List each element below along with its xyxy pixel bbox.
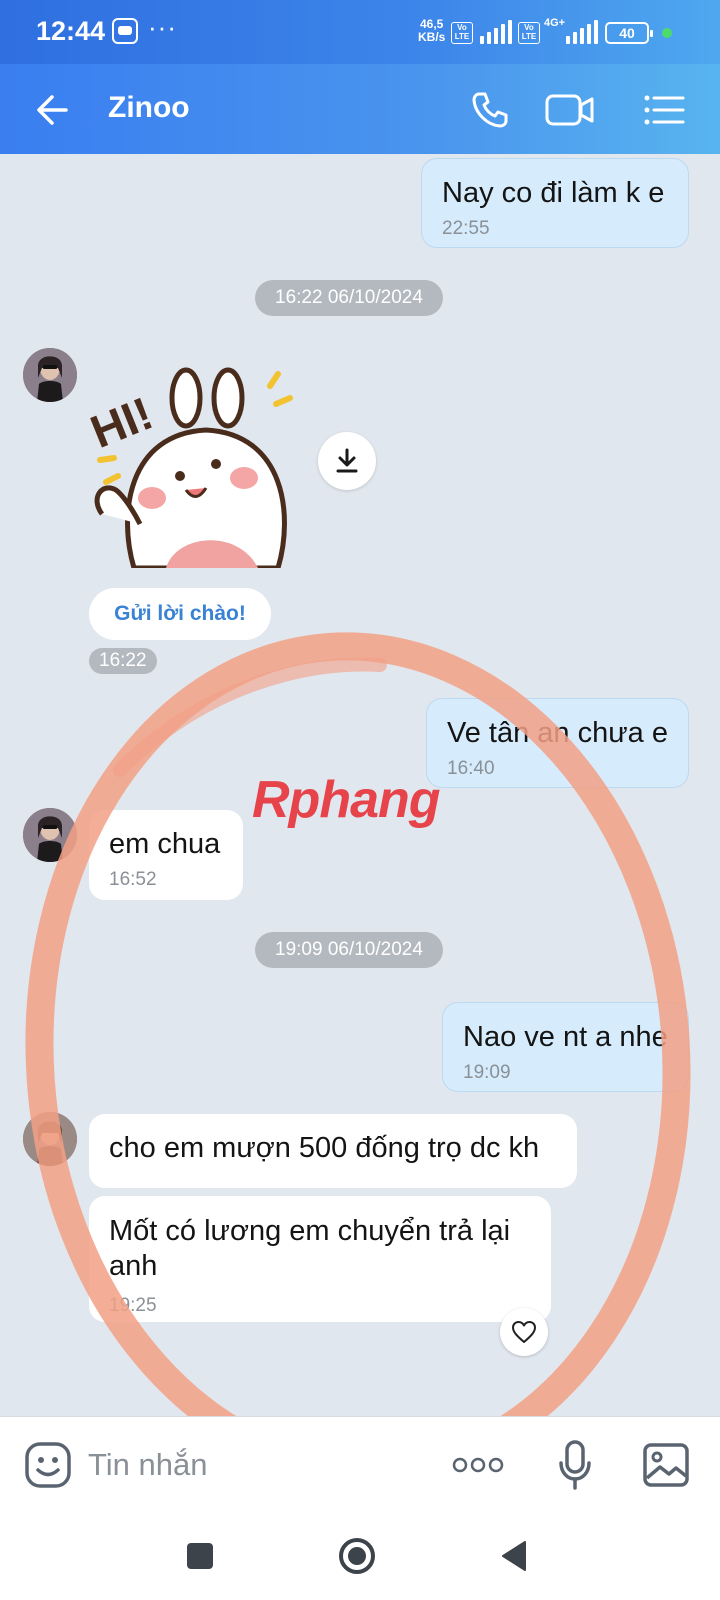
contact-avatar[interactable] bbox=[23, 1112, 77, 1166]
back-arrow-icon bbox=[37, 95, 68, 125]
home-circle-icon bbox=[339, 1538, 375, 1574]
message-incoming[interactable]: em chua 16:52 bbox=[89, 810, 243, 900]
notification-app-icon bbox=[112, 18, 138, 44]
message-outgoing[interactable]: Ve tân an chưa e 16:40 bbox=[426, 698, 689, 788]
microphone-icon bbox=[559, 1440, 591, 1490]
phone-icon bbox=[472, 92, 508, 128]
menu-list-icon bbox=[644, 95, 685, 125]
message-text: Ve tân an chưa e bbox=[447, 717, 668, 749]
more-dots-icon bbox=[452, 1457, 504, 1473]
emoji-icon bbox=[25, 1442, 71, 1488]
volte-icon: Vo LTE bbox=[451, 22, 473, 44]
message-text: em chua bbox=[109, 828, 221, 860]
message-time: 16:52 bbox=[109, 869, 157, 890]
watermark-text: Rphang bbox=[252, 771, 441, 829]
message-input-bar bbox=[0, 1416, 720, 1512]
react-heart-button[interactable] bbox=[500, 1308, 548, 1356]
avatar-photo bbox=[23, 808, 77, 862]
message-time: 19:25 bbox=[109, 1295, 157, 1316]
volte-icon-2: Vo LTE bbox=[518, 22, 540, 44]
system-navigation-bar bbox=[0, 1512, 720, 1600]
avatar-photo bbox=[23, 1112, 77, 1166]
voice-call-button[interactable] bbox=[460, 82, 520, 138]
download-sticker-button[interactable] bbox=[318, 432, 376, 490]
message-time: 22:55 bbox=[442, 218, 490, 239]
message-outgoing[interactable]: Nay co đi làm k e 22:55 bbox=[421, 158, 689, 248]
message-text: Mốt có lương em chuyển trả lại anh bbox=[109, 1215, 511, 1282]
back-triangle-icon bbox=[502, 1541, 526, 1571]
home-button[interactable] bbox=[327, 1528, 387, 1584]
active-dot-icon bbox=[662, 28, 672, 38]
contact-name[interactable]: Zinoo bbox=[108, 91, 190, 125]
photo-picker-button[interactable] bbox=[640, 1439, 692, 1491]
video-call-icon bbox=[545, 94, 594, 126]
network-type: 4G+ bbox=[544, 17, 566, 29]
send-greeting-button[interactable]: Gửi lời chào! bbox=[89, 588, 271, 640]
date-separator: 16:22 06/10/2024 bbox=[255, 280, 443, 316]
back-nav-button[interactable] bbox=[484, 1528, 544, 1584]
back-button[interactable] bbox=[26, 82, 82, 138]
heart-icon bbox=[512, 1321, 536, 1343]
sticker-text: HI! bbox=[88, 387, 160, 458]
network-speed: 46,5 KB/s bbox=[418, 18, 445, 44]
download-icon bbox=[336, 448, 358, 473]
image-icon bbox=[643, 1443, 689, 1487]
contact-avatar[interactable] bbox=[23, 808, 77, 862]
message-time: 16:40 bbox=[447, 758, 495, 779]
battery-icon: 40 bbox=[605, 22, 653, 44]
contact-avatar[interactable] bbox=[23, 348, 77, 402]
message-text: Nay co đi làm k e bbox=[442, 177, 665, 209]
more-notifications-icon: ··· bbox=[148, 12, 177, 42]
message-time: 19:09 bbox=[463, 1062, 511, 1083]
message-text: Nao ve nt a nhe bbox=[463, 1021, 668, 1053]
chat-menu-button[interactable] bbox=[634, 82, 694, 138]
hi-bunny-sticker[interactable]: HI! bbox=[88, 364, 313, 568]
message-time: 16:22 bbox=[89, 648, 157, 674]
message-incoming[interactable]: cho em mượn 500 đống trọ dc kh bbox=[89, 1114, 577, 1188]
message-input[interactable] bbox=[88, 1437, 428, 1493]
video-call-button[interactable] bbox=[540, 82, 600, 138]
status-bar: 12:44 ··· 46,5 KB/s Vo LTE Vo LTE 4G+ 40 bbox=[0, 0, 720, 64]
message-incoming[interactable]: Mốt có lương em chuyển trả lại anh 19:25 bbox=[89, 1196, 551, 1322]
sticker-picker-button[interactable] bbox=[22, 1439, 74, 1491]
signal-strength-icon bbox=[480, 20, 514, 44]
watermark-logo: Rphang bbox=[252, 770, 441, 830]
more-options-button[interactable] bbox=[448, 1445, 508, 1485]
message-text: cho em mượn 500 đống trọ dc kh bbox=[109, 1132, 540, 1164]
avatar-photo bbox=[23, 348, 77, 402]
signal-strength-icon-2 bbox=[566, 20, 598, 44]
voice-message-button[interactable] bbox=[552, 1437, 598, 1493]
message-outgoing[interactable]: Nao ve nt a nhe 19:09 bbox=[442, 1002, 689, 1092]
square-icon bbox=[187, 1543, 213, 1569]
recent-apps-button[interactable] bbox=[170, 1528, 230, 1584]
network-speed-unit: KB/s bbox=[418, 30, 446, 44]
chat-header: Zinoo bbox=[0, 64, 720, 154]
date-separator: 19:09 06/10/2024 bbox=[255, 932, 443, 968]
status-time: 12:44 bbox=[36, 16, 106, 46]
